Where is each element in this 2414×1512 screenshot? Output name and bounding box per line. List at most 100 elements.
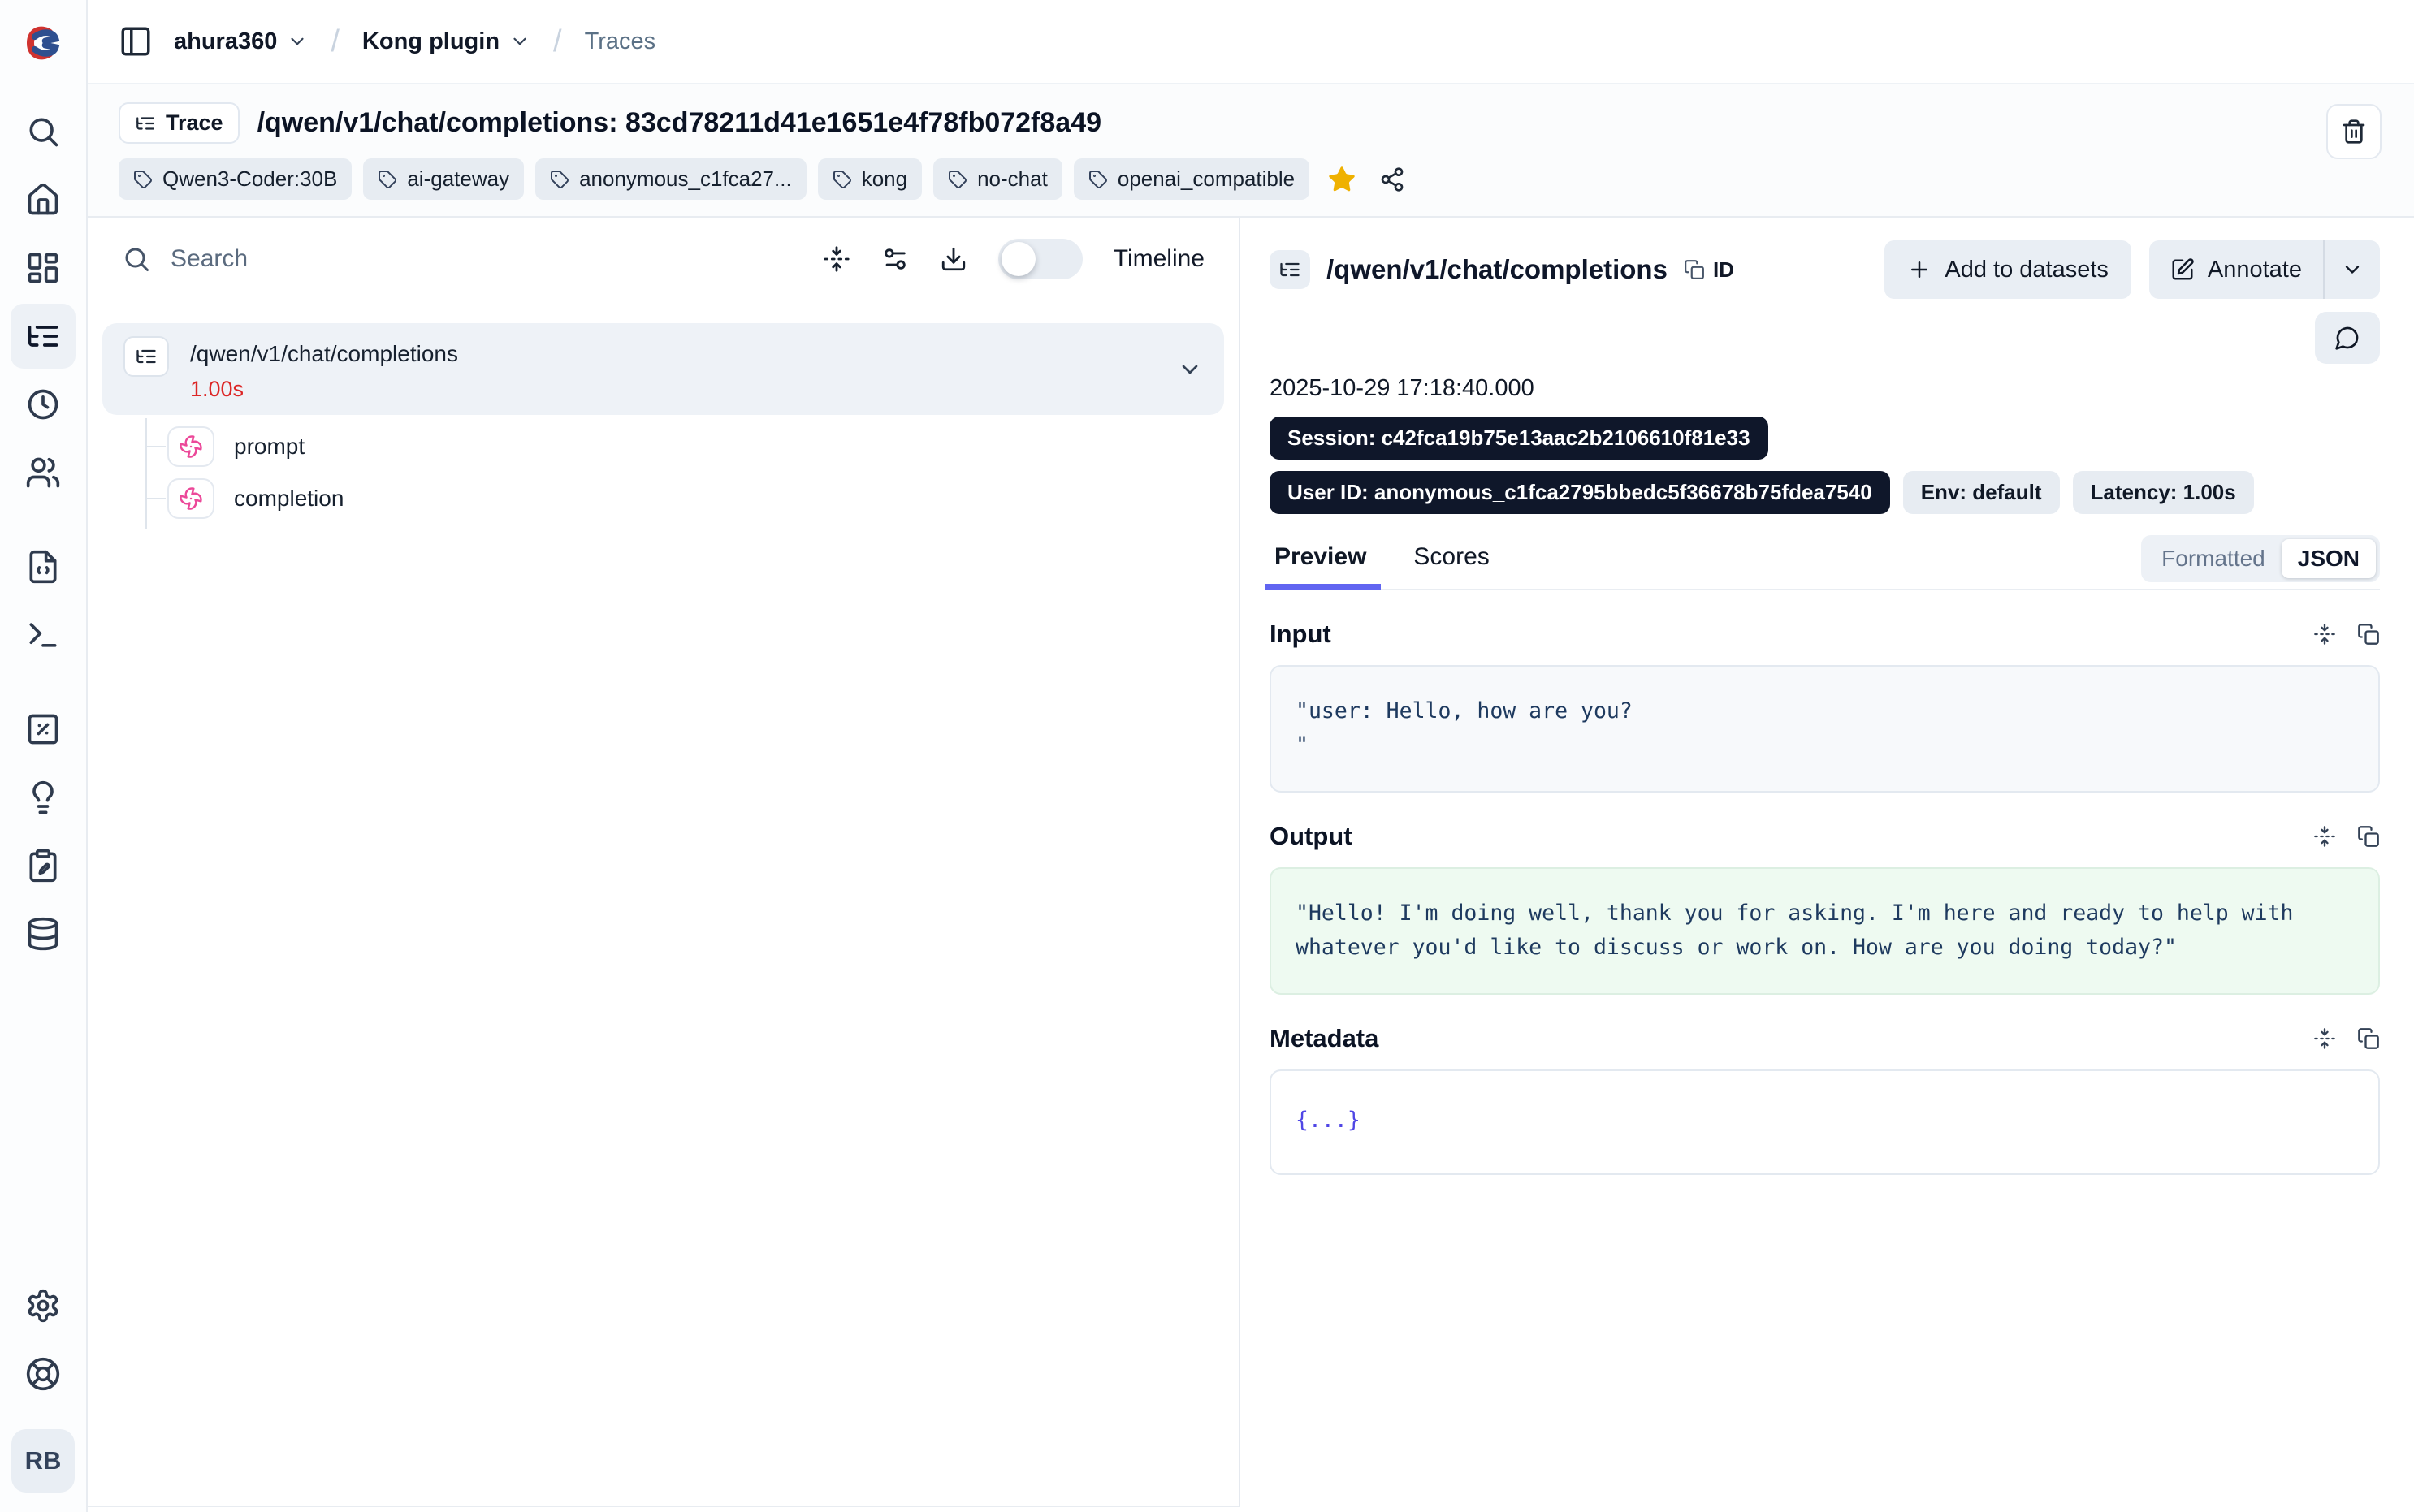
breadcrumb-project-label: ahura360 bbox=[174, 28, 277, 55]
trace-tree: /qwen/v1/chat/completions 1.00s prompt c… bbox=[88, 300, 1239, 1506]
org-logo-icon[interactable] bbox=[18, 18, 68, 68]
output-section-actions bbox=[2313, 825, 2380, 848]
tag-pill[interactable]: no-chat bbox=[933, 158, 1062, 200]
tag-pill[interactable]: Qwen3-Coder:30B bbox=[119, 158, 352, 200]
tag-pill[interactable]: openai_compatible bbox=[1074, 158, 1309, 200]
trace-type-badge: Trace bbox=[119, 102, 240, 144]
chevron-down-icon bbox=[509, 31, 530, 52]
share-button[interactable] bbox=[1379, 166, 1405, 192]
database-icon bbox=[25, 916, 61, 952]
delete-trace-button[interactable] bbox=[2326, 104, 2382, 159]
breadcrumb: ahura360 / Kong plugin / Traces bbox=[174, 24, 655, 59]
user-id-badge[interactable]: User ID: anonymous_c1fca2795bbedc5f36678… bbox=[1270, 471, 1890, 514]
copy-icon[interactable] bbox=[2357, 623, 2380, 646]
sidebar-item-evals[interactable] bbox=[11, 765, 76, 830]
sidebar-item-search[interactable] bbox=[11, 99, 76, 164]
sidebar-item-support[interactable] bbox=[11, 1341, 76, 1406]
annotate-button[interactable]: Annotate bbox=[2149, 240, 2323, 299]
chevron-down-icon bbox=[2341, 258, 2364, 281]
tree-node-root[interactable]: /qwen/v1/chat/completions 1.00s bbox=[102, 323, 1224, 415]
terminal-icon bbox=[25, 617, 61, 653]
metadata-section-header: Metadata bbox=[1270, 1024, 2380, 1053]
user-avatar[interactable]: RB bbox=[11, 1429, 75, 1493]
collapse-all-icon[interactable] bbox=[823, 245, 850, 273]
lightbulb-icon bbox=[25, 780, 61, 815]
collapse-icon[interactable] bbox=[2313, 1027, 2336, 1050]
bookmark-star-button[interactable] bbox=[1327, 165, 1356, 194]
dashboard-icon bbox=[25, 250, 61, 286]
sidebar-item-dashboards[interactable] bbox=[11, 235, 76, 300]
session-badge[interactable]: Session: c42fca19b75e13aac2b2106610f81e3… bbox=[1270, 417, 1768, 460]
tag-icon bbox=[133, 170, 153, 189]
breadcrumb-section-label: Kong plugin bbox=[362, 28, 500, 55]
collapse-icon[interactable] bbox=[2313, 825, 2336, 848]
breadcrumb-separator: / bbox=[553, 24, 562, 59]
sidebar-item-sessions[interactable] bbox=[11, 372, 76, 437]
collapse-node-button[interactable] bbox=[1177, 356, 1203, 382]
copy-icon[interactable] bbox=[2357, 825, 2380, 848]
copy-id-button[interactable]: ID bbox=[1684, 257, 1734, 283]
format-option-formatted[interactable]: Formatted bbox=[2145, 539, 2282, 578]
timeline-toggle[interactable] bbox=[998, 239, 1083, 279]
tab-preview[interactable]: Preview bbox=[1270, 534, 1371, 589]
trace-title-row: Trace /qwen/v1/chat/completions: 83cd782… bbox=[119, 102, 2383, 144]
sidebar-item-traces[interactable] bbox=[11, 304, 76, 369]
comments-button[interactable] bbox=[2315, 312, 2380, 364]
tree-node-child[interactable]: completion bbox=[167, 478, 1224, 519]
sidebar-item-users[interactable] bbox=[11, 440, 76, 505]
breadcrumb-section[interactable]: Kong plugin bbox=[362, 28, 530, 55]
tree-child-label: completion bbox=[234, 486, 344, 512]
breadcrumb-current[interactable]: Traces bbox=[585, 28, 656, 55]
input-section-header: Input bbox=[1270, 620, 2380, 649]
format-toggle: Formatted JSON bbox=[2141, 535, 2380, 582]
search-icon bbox=[122, 244, 151, 274]
sidebar-item-home[interactable] bbox=[11, 167, 76, 232]
sidebar-item-datasets[interactable] bbox=[11, 901, 76, 966]
list-tree-icon bbox=[135, 345, 158, 368]
metadata-content[interactable]: {...} bbox=[1270, 1069, 2380, 1175]
breadcrumb-project[interactable]: ahura360 bbox=[174, 28, 308, 55]
tag-pill[interactable]: kong bbox=[818, 158, 922, 200]
chevron-down-icon bbox=[1177, 356, 1203, 382]
sidebar-item-playground[interactable] bbox=[11, 603, 76, 667]
output-content[interactable]: "Hello! I'm doing well, thank you for as… bbox=[1270, 867, 2380, 995]
file-code-icon bbox=[25, 549, 61, 585]
sidebar-item-scores[interactable] bbox=[11, 697, 76, 762]
tag-pill[interactable]: anonymous_c1fca27... bbox=[535, 158, 807, 200]
tag-pill[interactable]: ai-gateway bbox=[363, 158, 524, 200]
event-node-badge bbox=[167, 478, 214, 519]
app-root: RB ahura360 / Kong plugin / Traces bbox=[0, 0, 2414, 1512]
output-section: Output "Hello! I'm doing well, thank you… bbox=[1270, 822, 2380, 995]
sidebar-toggle-button[interactable] bbox=[119, 24, 153, 58]
search-input[interactable] bbox=[171, 245, 798, 273]
gear-icon bbox=[25, 1288, 61, 1324]
annotate-dropdown-button[interactable] bbox=[2323, 240, 2380, 299]
tag-icon bbox=[378, 170, 397, 189]
copy-icon[interactable] bbox=[2357, 1027, 2380, 1050]
message-circle-icon bbox=[2334, 325, 2360, 351]
sidebar-item-prompts[interactable] bbox=[11, 534, 76, 599]
clipboard-pen-icon bbox=[25, 848, 61, 883]
topbar: ahura360 / Kong plugin / Traces bbox=[88, 0, 2414, 84]
trace-title: /qwen/v1/chat/completions: 83cd78211d41e… bbox=[257, 107, 1101, 139]
trace-header: Trace /qwen/v1/chat/completions: 83cd782… bbox=[88, 84, 2414, 218]
format-option-json[interactable]: JSON bbox=[2282, 539, 2376, 578]
tree-node-child[interactable]: prompt bbox=[167, 426, 1224, 467]
add-to-datasets-button[interactable]: Add to datasets bbox=[1884, 240, 2131, 299]
input-section: Input "user: Hello, how are you? " bbox=[1270, 620, 2380, 793]
download-icon[interactable] bbox=[940, 245, 967, 273]
tree-root-text: /qwen/v1/chat/completions 1.00s bbox=[190, 336, 458, 402]
sidebar-item-annotation[interactable] bbox=[11, 833, 76, 898]
metadata-heading: Metadata bbox=[1270, 1024, 1378, 1053]
list-tree-icon bbox=[25, 318, 61, 354]
tag-label: no-chat bbox=[977, 166, 1048, 192]
trace-node-badge bbox=[1270, 250, 1310, 289]
tab-scores[interactable]: Scores bbox=[1408, 534, 1494, 589]
collapse-icon[interactable] bbox=[2313, 623, 2336, 646]
input-content[interactable]: "user: Hello, how are you? " bbox=[1270, 665, 2380, 793]
main-column: ahura360 / Kong plugin / Traces Trace /q bbox=[88, 0, 2414, 1512]
home-icon bbox=[25, 182, 61, 218]
view-settings-icon[interactable] bbox=[881, 245, 909, 273]
id-label: ID bbox=[1713, 257, 1734, 283]
sidebar-item-settings[interactable] bbox=[11, 1273, 76, 1338]
